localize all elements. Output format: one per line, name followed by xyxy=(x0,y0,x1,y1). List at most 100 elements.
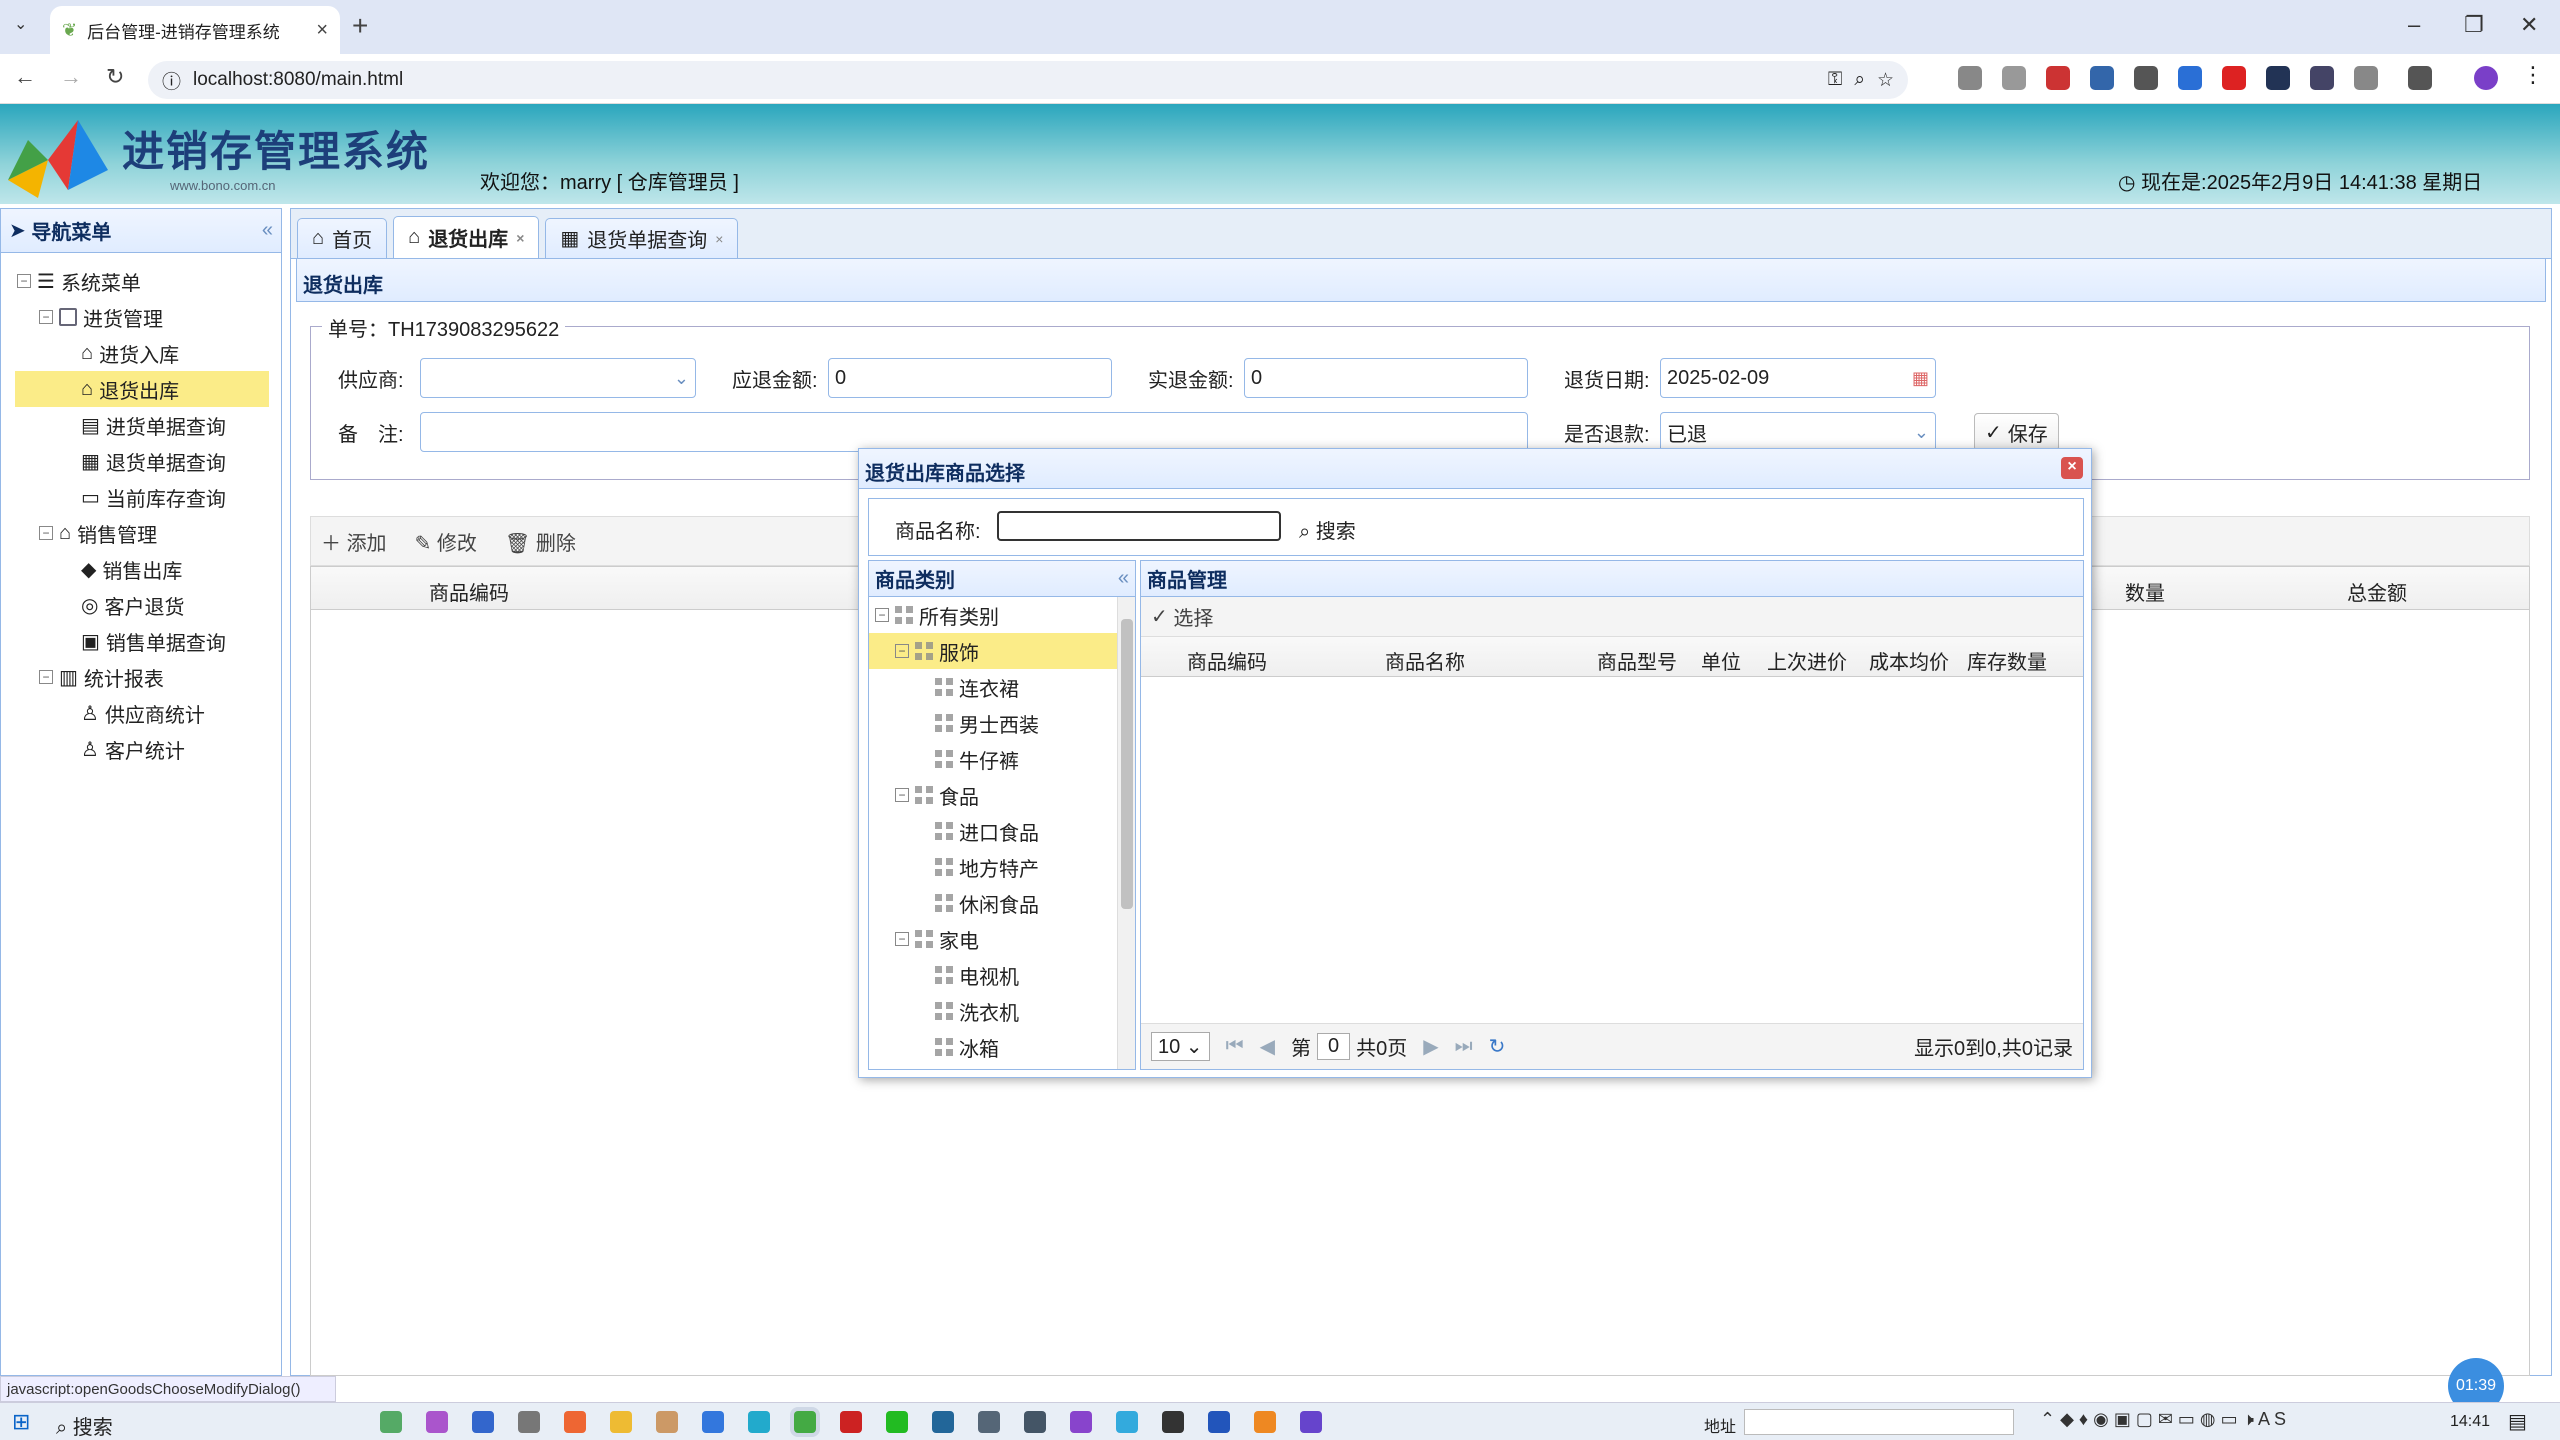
extensions-puzzle-icon[interactable] xyxy=(2408,66,2432,90)
menu-dots-icon[interactable]: ⋮ xyxy=(2522,62,2544,88)
taskbar-search[interactable]: ⌕ 搜索 xyxy=(56,1411,113,1440)
category-food[interactable]: − 食品 xyxy=(869,777,1135,813)
minimize-icon[interactable]: – xyxy=(2408,12,2420,38)
sidebar-item-sales-query[interactable]: ▣ 销售单据查询 xyxy=(1,623,281,659)
select-button[interactable]: ✓ 选择 xyxy=(1141,597,2083,637)
url-field[interactable]: ⓘ localhost:8080/main.html ⚿ ⌕ ☆ xyxy=(148,61,1908,99)
col-code[interactable]: 商品编码 xyxy=(429,577,509,606)
app-icon[interactable] xyxy=(472,1411,494,1433)
collapse-icon[interactable]: « xyxy=(1118,567,1129,590)
delete-button[interactable]: 🗑 删除 xyxy=(505,527,576,556)
image-extension-icon[interactable] xyxy=(2002,66,2026,90)
category-suit[interactable]: 男士西装 xyxy=(869,705,1135,741)
add-button[interactable]: ＋ 添加 xyxy=(321,527,387,556)
app-icon[interactable] xyxy=(380,1411,402,1433)
close-tab-icon[interactable]: × xyxy=(316,19,328,42)
x-extension-icon[interactable] xyxy=(2354,66,2378,90)
refresh-icon[interactable]: ↻ xyxy=(1489,1034,1506,1059)
category-fridge[interactable]: 冰箱 xyxy=(869,1029,1135,1065)
word-icon[interactable] xyxy=(1208,1411,1230,1433)
start-icon[interactable]: ⊞ xyxy=(12,1409,30,1435)
chevron-down-icon[interactable]: ⌄ xyxy=(1914,422,1929,443)
app-icon[interactable] xyxy=(840,1411,862,1433)
sidebar-item-return-query[interactable]: ▦ 退货单据查询 xyxy=(1,443,281,479)
category-jeans[interactable]: 牛仔裤 xyxy=(869,741,1135,777)
search-button[interactable]: ⌕ 搜索 xyxy=(1299,515,1356,544)
graph-extension-icon[interactable] xyxy=(2090,66,2114,90)
goods-name-input[interactable] xyxy=(997,511,1281,541)
shield-extension-icon[interactable] xyxy=(2046,66,2070,90)
category-scrollbar[interactable] xyxy=(1117,597,1135,1069)
save-button[interactable]: ✓ 保存 xyxy=(1974,413,2059,451)
app-icon[interactable] xyxy=(1116,1411,1138,1433)
system-tray-icons[interactable]: ⌃ ◆ ♦ ◉ ▣ ▢ ✉ ▭ ◍ ▭ 🕨 A S xyxy=(2040,1409,2286,1430)
sidebar-item-supplier-stats[interactable]: ♙ 供应商统计 xyxy=(1,695,281,731)
col-goods-name[interactable]: 商品名称 xyxy=(1385,646,1465,675)
first-page-icon[interactable]: ⏮ xyxy=(1226,1035,1244,1058)
category-dress[interactable]: 连衣裙 xyxy=(869,669,1135,705)
category-tv[interactable]: 电视机 xyxy=(869,957,1135,993)
sidebar-item-purchase-query[interactable]: ▤ 进货单据查询 xyxy=(1,407,281,443)
collapse-toggle-icon[interactable]: − xyxy=(895,932,909,946)
supplier-select[interactable]: ⌄ xyxy=(420,358,696,398)
tree-node-purchase[interactable]: − 进货管理 xyxy=(1,299,281,335)
paid-amount-field[interactable]: 0 xyxy=(1244,358,1528,398)
app-icon[interactable] xyxy=(702,1411,724,1433)
remark-field[interactable] xyxy=(420,412,1528,452)
close-icon[interactable]: × xyxy=(2061,457,2083,479)
tab-list-icon[interactable]: ⌄ xyxy=(14,14,27,34)
forward-icon[interactable]: → xyxy=(60,64,82,90)
col-stock-qty[interactable]: 库存数量 xyxy=(1967,646,2047,675)
collapse-toggle-icon[interactable]: − xyxy=(875,608,889,622)
due-amount-field[interactable]: 0 xyxy=(828,358,1112,398)
tab-home[interactable]: ⌂ 首页 xyxy=(297,218,388,258)
collapse-toggle-icon[interactable]: − xyxy=(39,526,53,540)
collapse-toggle-icon[interactable]: − xyxy=(39,670,53,684)
col-avg-cost[interactable]: 成本均价 xyxy=(1869,646,1949,675)
app-icon[interactable] xyxy=(426,1411,448,1433)
sidebar-item-purchase-in[interactable]: ⌂ 进货入库 xyxy=(1,335,281,371)
page-size-select[interactable]: 10 ⌄ xyxy=(1151,1032,1210,1061)
col-last-price[interactable]: 上次进价 xyxy=(1767,646,1847,675)
app-icon[interactable] xyxy=(932,1411,954,1433)
notification-icon[interactable]: ▤ xyxy=(2508,1409,2527,1434)
folder-icon[interactable] xyxy=(610,1411,632,1433)
calendar-icon[interactable]: ▦ xyxy=(1912,368,1929,389)
category-local-specialty[interactable]: 地方特产 xyxy=(869,849,1135,885)
edit-button[interactable]: ✎ 修改 xyxy=(415,527,477,556)
search-extension-icon[interactable] xyxy=(2310,66,2334,90)
app-icon[interactable] xyxy=(1162,1411,1184,1433)
sidebar-item-stock-query[interactable]: ▭ 当前库存查询 xyxy=(1,479,281,515)
profile-avatar[interactable] xyxy=(2474,66,2498,90)
col-unit[interactable]: 单位 xyxy=(1701,646,1741,675)
refund-select[interactable]: 已退 ⌄ xyxy=(1660,412,1936,452)
tree-node-system-menu[interactable]: − ☰ 系统菜单 xyxy=(1,263,281,299)
password-key-icon[interactable]: ⚿ xyxy=(1828,69,1842,91)
col-total[interactable]: 总金额 xyxy=(2347,577,2407,606)
category-appliances[interactable]: − 家电 xyxy=(869,921,1135,957)
chat-icon[interactable] xyxy=(1024,1411,1046,1433)
counter-extension-icon[interactable] xyxy=(2266,66,2290,90)
next-page-icon[interactable]: ▶ xyxy=(1423,1034,1438,1059)
sidebar-item-sales-out[interactable]: ◆ 销售出库 xyxy=(1,551,281,587)
app-icon[interactable] xyxy=(656,1411,678,1433)
site-info-icon[interactable]: ⓘ xyxy=(162,67,181,94)
close-tab-icon[interactable]: × xyxy=(516,230,524,246)
category-clothing[interactable]: − 服饰 xyxy=(869,633,1117,669)
reload-icon[interactable]: ↻ xyxy=(106,64,124,90)
pdf-extension-icon[interactable] xyxy=(2222,66,2246,90)
app-icon[interactable] xyxy=(518,1411,540,1433)
tree-node-reports[interactable]: − ▥ 统计报表 xyxy=(1,659,281,695)
category-snacks[interactable]: 休闲食品 xyxy=(869,885,1135,921)
app-icon[interactable] xyxy=(1070,1411,1092,1433)
chevron-down-icon[interactable]: ⌄ xyxy=(674,368,689,389)
collapse-toggle-icon[interactable]: − xyxy=(895,788,909,802)
zoom-icon[interactable]: ⌕ xyxy=(1854,69,1865,91)
sidebar-item-customer-return[interactable]: ◎ 客户退货 xyxy=(1,587,281,623)
wechat-icon[interactable] xyxy=(886,1411,908,1433)
new-tab-icon[interactable]: + xyxy=(352,10,368,42)
close-window-icon[interactable]: ✕ xyxy=(2520,12,2538,38)
sidebar-item-return-out[interactable]: ⌂ 退货出库 xyxy=(15,371,269,407)
collapse-toggle-icon[interactable]: − xyxy=(17,274,31,288)
category-all[interactable]: − 所有类别 xyxy=(869,597,1135,633)
